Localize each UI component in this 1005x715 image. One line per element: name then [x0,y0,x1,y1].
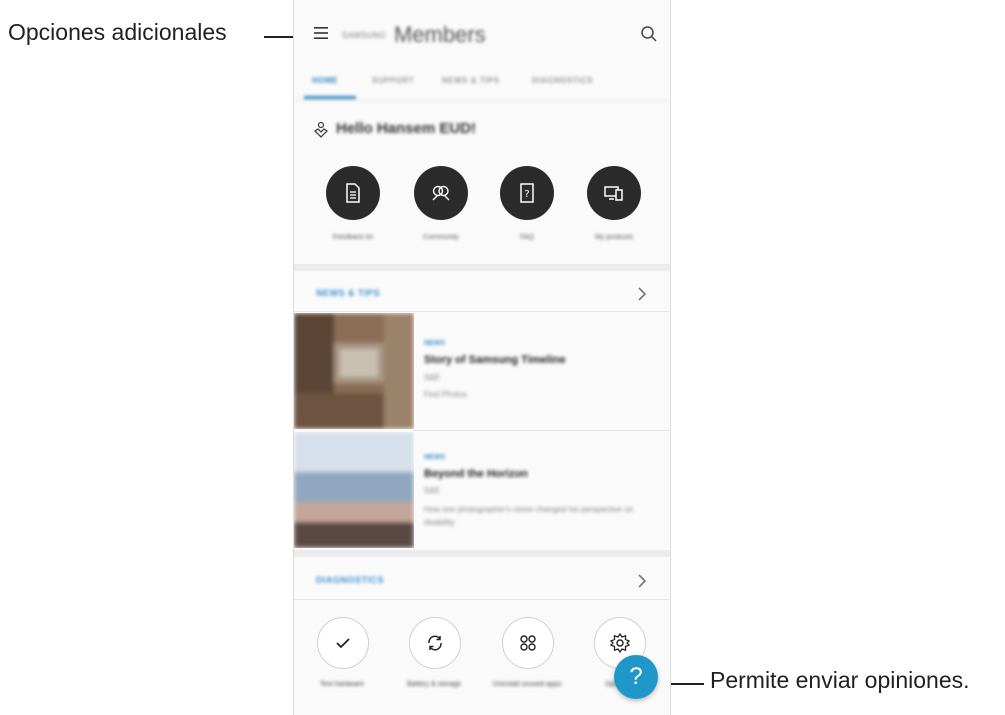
diagnostic-label: Battery & storage [406,681,462,688]
greeting-icon [313,121,329,138]
quick-action-label: FAQ [519,234,534,241]
question-book-icon: ? [520,183,534,203]
document-icon [346,183,360,203]
tab-home[interactable]: HOME [312,76,338,85]
apps-icon [520,635,536,651]
menu-icon[interactable] [312,24,332,42]
tab-bar: HOME SUPPORT NEWS & TIPS DIAGNOSTICS [294,68,670,101]
diagnostic-battery-storage[interactable] [409,617,461,669]
callout-feedback: Permite enviar opiniones. [710,667,970,693]
row-divider [294,599,670,600]
article-subtitle: Find Photos [424,390,467,399]
article-description: How one photographer's vision changed hi… [424,505,634,527]
brand-label: SAMSUNG [342,31,386,40]
feedback-fab-button[interactable]: ? [614,655,658,699]
sync-icon [428,635,442,651]
article-thumbnail[interactable] [294,432,414,548]
search-icon[interactable] [639,24,659,44]
app-title: Members [394,22,486,47]
article-title[interactable]: Story of Samsung Timeline [424,354,664,366]
gear-icon [609,632,631,654]
svg-text:?: ? [524,189,529,200]
article-tag: NEWS [424,340,445,347]
news-section-title[interactable]: NEWS & TIPS [316,288,380,298]
diagnostic-label: Test hardware [320,681,364,688]
quick-action-faq[interactable]: ? [500,166,554,220]
section-divider [294,550,670,557]
row-divider [414,430,670,431]
row-divider [294,311,670,312]
quick-action-community[interactable] [414,166,468,220]
quick-action-label: Community [423,234,459,241]
tab-news-tips[interactable]: NEWS & TIPS [442,76,500,85]
diagnostic-uninstall-apps[interactable] [502,617,554,669]
chevron-right-icon[interactable] [634,285,650,303]
quick-action-my-products[interactable] [587,166,641,220]
quick-action-label: Feedback tm [332,234,374,241]
diagnostic-test-hardware[interactable] [317,617,369,669]
devices-icon [604,186,623,201]
quick-action-label: My products [594,234,634,241]
tab-diagnostics[interactable]: DIAGNOSTICS [532,76,593,85]
check-icon [336,638,350,649]
article-source: S&E [424,373,441,382]
greeting-text: Hello Hansem EUD! [336,120,477,137]
article-source: S&E [424,486,441,495]
callout-more-options: Opciones adicionales [8,19,227,45]
article-tag: NEWS [424,454,445,461]
tab-support[interactable]: SUPPORT [372,76,414,85]
phone-screen: SAMSUNG Members HOME SUPPORT NEWS & TIPS… [293,0,671,715]
chevron-right-icon[interactable] [634,572,650,590]
app-bar: SAMSUNG Members [294,0,670,68]
people-icon [432,185,450,201]
section-divider [294,264,670,271]
quick-action-feedback[interactable] [326,166,380,220]
question-icon: ? [629,663,643,690]
active-tab-indicator [304,96,356,99]
diagnostics-section-title[interactable]: DIAGNOSTICS [316,575,384,585]
article-title[interactable]: Beyond the Horizon [424,468,664,480]
diagnostic-label: Uninstall unused apps [492,681,562,688]
article-thumbnail[interactable] [294,313,414,429]
